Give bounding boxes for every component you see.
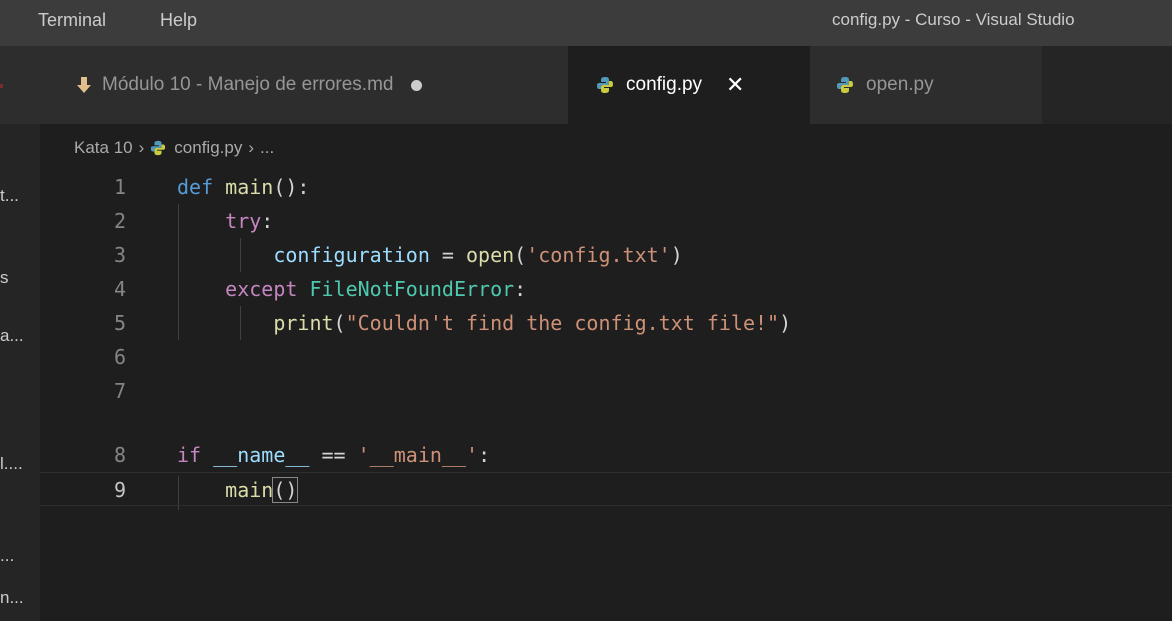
sidebar-item[interactable]: a...	[0, 326, 40, 346]
breadcrumb-separator: ›	[248, 138, 254, 157]
line-number: 6	[113, 345, 126, 369]
line-number: 5	[113, 311, 126, 335]
markdown-icon	[77, 77, 91, 93]
keyword: try	[225, 209, 262, 233]
code-line-current: 9 main()	[40, 472, 1172, 506]
tab-open-py[interactable]: open.py	[810, 46, 1042, 124]
operator: ==	[309, 443, 358, 467]
code-line: 8 if __name__ == '__main__':	[40, 438, 1172, 472]
keyword: if	[177, 443, 202, 467]
code-line: 7	[40, 374, 1172, 408]
sidebar-item[interactable]: n...	[0, 588, 40, 608]
tab-label: open.py	[866, 74, 934, 95]
sidebar-item[interactable]: s	[0, 268, 40, 288]
tab-modulo-10[interactable]: Módulo 10 - Manejo de errores.md	[40, 46, 568, 124]
function-call: print	[273, 311, 334, 335]
punctuation: :	[478, 443, 491, 467]
code-line: 2 try:	[40, 204, 1172, 238]
line-number: 3	[113, 243, 126, 267]
keyword: def	[177, 175, 214, 199]
code-line: 4 except FileNotFoundError:	[40, 272, 1172, 306]
title-bar: Terminal Help config.py - Curso - Visual…	[0, 0, 1172, 46]
menu-help[interactable]: Help	[160, 10, 197, 31]
class-name: FileNotFoundError	[309, 277, 515, 301]
tab-label: config.py	[626, 74, 703, 95]
tab-bar: Módulo 10 - Manejo de errores.md config.…	[40, 46, 1172, 124]
unsaved-dot-icon[interactable]	[411, 79, 423, 91]
punctuation: (	[333, 311, 346, 335]
line-number: 7	[113, 379, 126, 403]
sidebar-header	[0, 46, 40, 124]
breadcrumb: Kata 10 › config.py › ...	[74, 134, 274, 162]
sidebar-marker	[0, 84, 3, 88]
variable: configuration	[273, 243, 430, 267]
menu-terminal[interactable]: Terminal	[38, 10, 106, 31]
function-call: open	[466, 243, 515, 267]
sidebar-item[interactable]: l....	[0, 454, 40, 474]
punctuation: (	[514, 243, 527, 267]
tab-label: Módulo 10 - Manejo de errores.md	[102, 74, 394, 95]
code-line: 3 configuration = open('config.txt')	[40, 238, 1172, 272]
punctuation: ():	[273, 175, 310, 199]
tab-config-py[interactable]: config.py ✕	[568, 46, 810, 124]
operator: =	[429, 243, 466, 267]
punctuation: :	[514, 277, 527, 301]
python-icon	[837, 77, 853, 93]
punctuation: :	[261, 209, 274, 233]
string-literal: 'config.txt'	[526, 243, 671, 267]
code-editor[interactable]: 1 def main(): 2 try: 3 configuration = o…	[40, 166, 1172, 621]
python-icon	[151, 140, 166, 156]
sidebar-item[interactable]: t...	[0, 186, 40, 206]
function-call: main	[225, 478, 274, 502]
keyword: except	[225, 277, 298, 301]
line-number: 8	[113, 443, 126, 467]
close-tab-icon[interactable]: ✕	[726, 74, 744, 96]
code-line: 6	[40, 340, 1172, 374]
line-number: 1	[113, 175, 126, 199]
line-number: 2	[113, 209, 126, 233]
function-name: main	[225, 175, 274, 199]
breadcrumb-more[interactable]: ...	[260, 138, 274, 158]
code-line: 5 print("Couldn't find the config.txt fi…	[40, 306, 1172, 340]
breadcrumb-separator: ›	[138, 138, 145, 157]
matched-bracket: ()	[272, 477, 299, 503]
string-literal: '__main__'	[357, 443, 479, 467]
string-literal: "Couldn't find the config.txt file!"	[345, 311, 780, 335]
punctuation: )	[670, 243, 683, 267]
explorer-sidebar: t... s a... l.... ... n...	[0, 46, 40, 621]
variable: __name__	[213, 443, 310, 467]
line-number: 9	[113, 478, 126, 502]
breadcrumb-folder[interactable]: Kata 10	[74, 138, 133, 158]
code-line: 1 def main():	[40, 170, 1172, 204]
breadcrumb-file[interactable]: config.py	[174, 138, 242, 158]
sidebar-item[interactable]: ...	[0, 546, 40, 566]
python-icon	[597, 77, 613, 93]
line-number: 4	[113, 277, 126, 301]
window-title: config.py - Curso - Visual Studio	[832, 10, 1075, 29]
punctuation: )	[779, 311, 792, 335]
